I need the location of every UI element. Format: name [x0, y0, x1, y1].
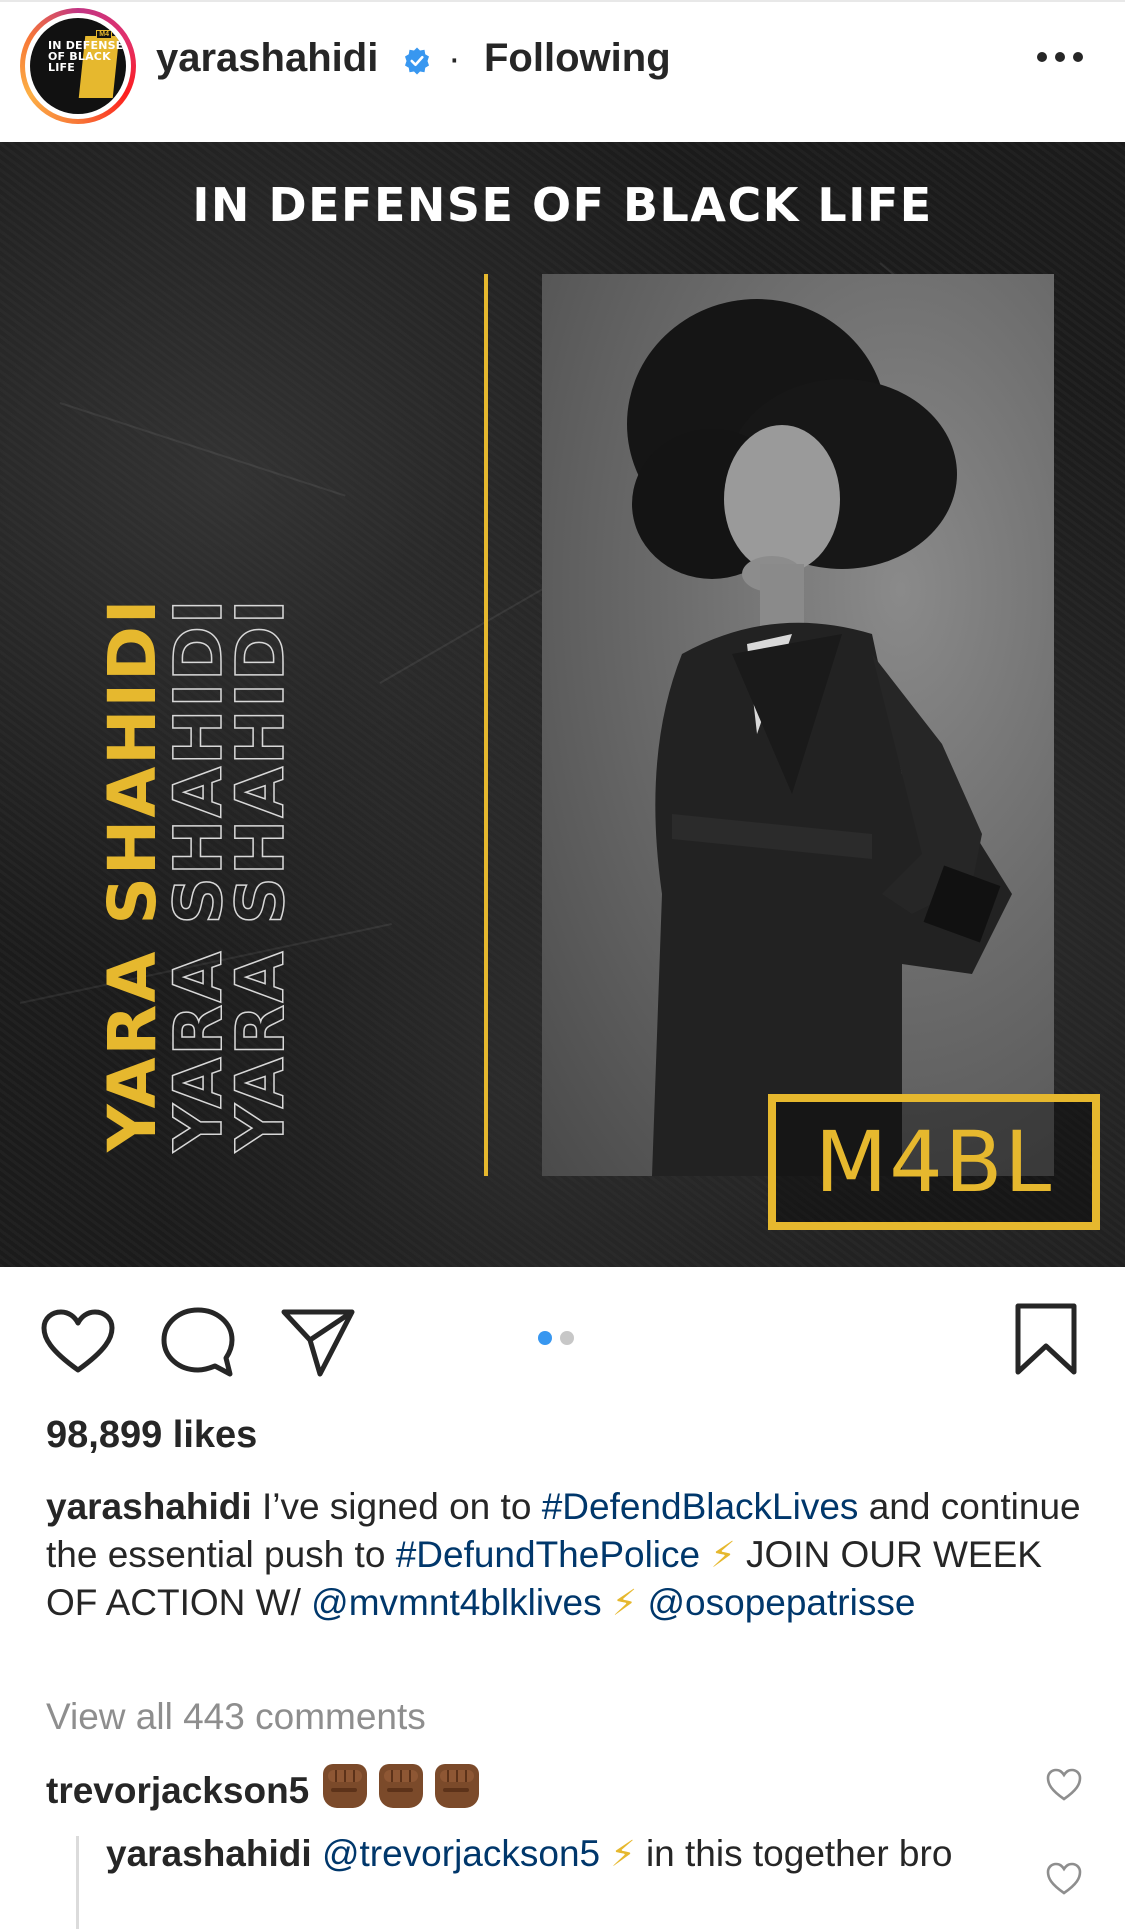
- post-caption: yarashahidi I’ve signed on to #DefendBla…: [46, 1483, 1086, 1627]
- raised-fist-emoji: [435, 1764, 480, 1808]
- carousel-indicator: [538, 1331, 574, 1345]
- likes-count[interactable]: 98,899 likes: [46, 1414, 257, 1457]
- raised-fist-emoji-group: [323, 1764, 491, 1817]
- outline-name-2: YARA SHAHIDI: [221, 597, 300, 1153]
- reply-username[interactable]: yarashahidi: [106, 1833, 312, 1874]
- mention-trevorjackson5[interactable]: @trevorjackson5: [322, 1833, 600, 1874]
- gold-divider: [484, 274, 488, 1176]
- raised-fist-emoji: [323, 1764, 368, 1808]
- comment-icon[interactable]: [160, 1306, 236, 1380]
- hashtag-defendblacklives[interactable]: #DefendBlackLives: [542, 1486, 859, 1527]
- comment-like-heart-icon[interactable]: [1046, 1768, 1082, 1802]
- reply-text: in this together bro: [635, 1833, 953, 1874]
- portrait-photo: [542, 274, 1054, 1176]
- raised-fist-emoji: [379, 1764, 424, 1808]
- view-all-comments-link[interactable]: View all 443 comments: [46, 1696, 426, 1738]
- lightning-emoji-1: ⚡: [710, 1534, 736, 1575]
- reply-like-heart-icon[interactable]: [1046, 1862, 1082, 1896]
- carousel-dot-active: [538, 1331, 552, 1345]
- vertical-name-text: YARA SHAHIDI: [94, 597, 171, 1152]
- more-options-icon[interactable]: [1037, 52, 1083, 64]
- hashtag-defundthepolice[interactable]: #DefundThePolice: [396, 1534, 700, 1575]
- verified-badge-icon: [405, 47, 429, 75]
- post-image-title: IN DEFENSE OF BLACK LIFE: [192, 178, 933, 232]
- post-author-username[interactable]: yarashahidi: [156, 36, 378, 81]
- profile-avatar[interactable]: M4 IN DEFENSE OF BLACK LIFE: [20, 8, 136, 124]
- post-header: M4 IN DEFENSE OF BLACK LIFE yarashahidi …: [0, 0, 1125, 142]
- send-icon[interactable]: [280, 1306, 356, 1378]
- mention-mvmnt4blklives[interactable]: @mvmnt4blklives: [311, 1582, 601, 1623]
- post-image[interactable]: IN DEFENSE OF BLACK LIFE YARA SHAHIDI YA…: [0, 142, 1125, 1267]
- reply-thread-line: [76, 1836, 79, 1929]
- comment-username[interactable]: trevorjackson5: [46, 1770, 309, 1812]
- following-button[interactable]: Following: [484, 36, 671, 81]
- carousel-dot: [560, 1331, 574, 1345]
- separator-dot: ·: [448, 38, 461, 80]
- caption-text-1: I’ve signed on to: [261, 1486, 542, 1527]
- lightning-emoji-3: ⚡: [610, 1833, 636, 1874]
- avatar-text: IN DEFENSE OF BLACK LIFE: [48, 39, 124, 74]
- reply-comment: yarashahidi @trevorjackson5 ⚡ in this to…: [106, 1830, 1006, 1878]
- caption-username[interactable]: yarashahidi: [46, 1486, 252, 1527]
- mention-osopepatrisse[interactable]: @osopepatrisse: [647, 1582, 915, 1623]
- comment-row: trevorjackson5: [46, 1764, 491, 1817]
- m4bl-logo: M4BL: [768, 1094, 1100, 1230]
- bookmark-icon[interactable]: [1012, 1302, 1080, 1378]
- lightning-emoji-2: ⚡: [611, 1582, 638, 1623]
- heart-icon[interactable]: [40, 1308, 116, 1376]
